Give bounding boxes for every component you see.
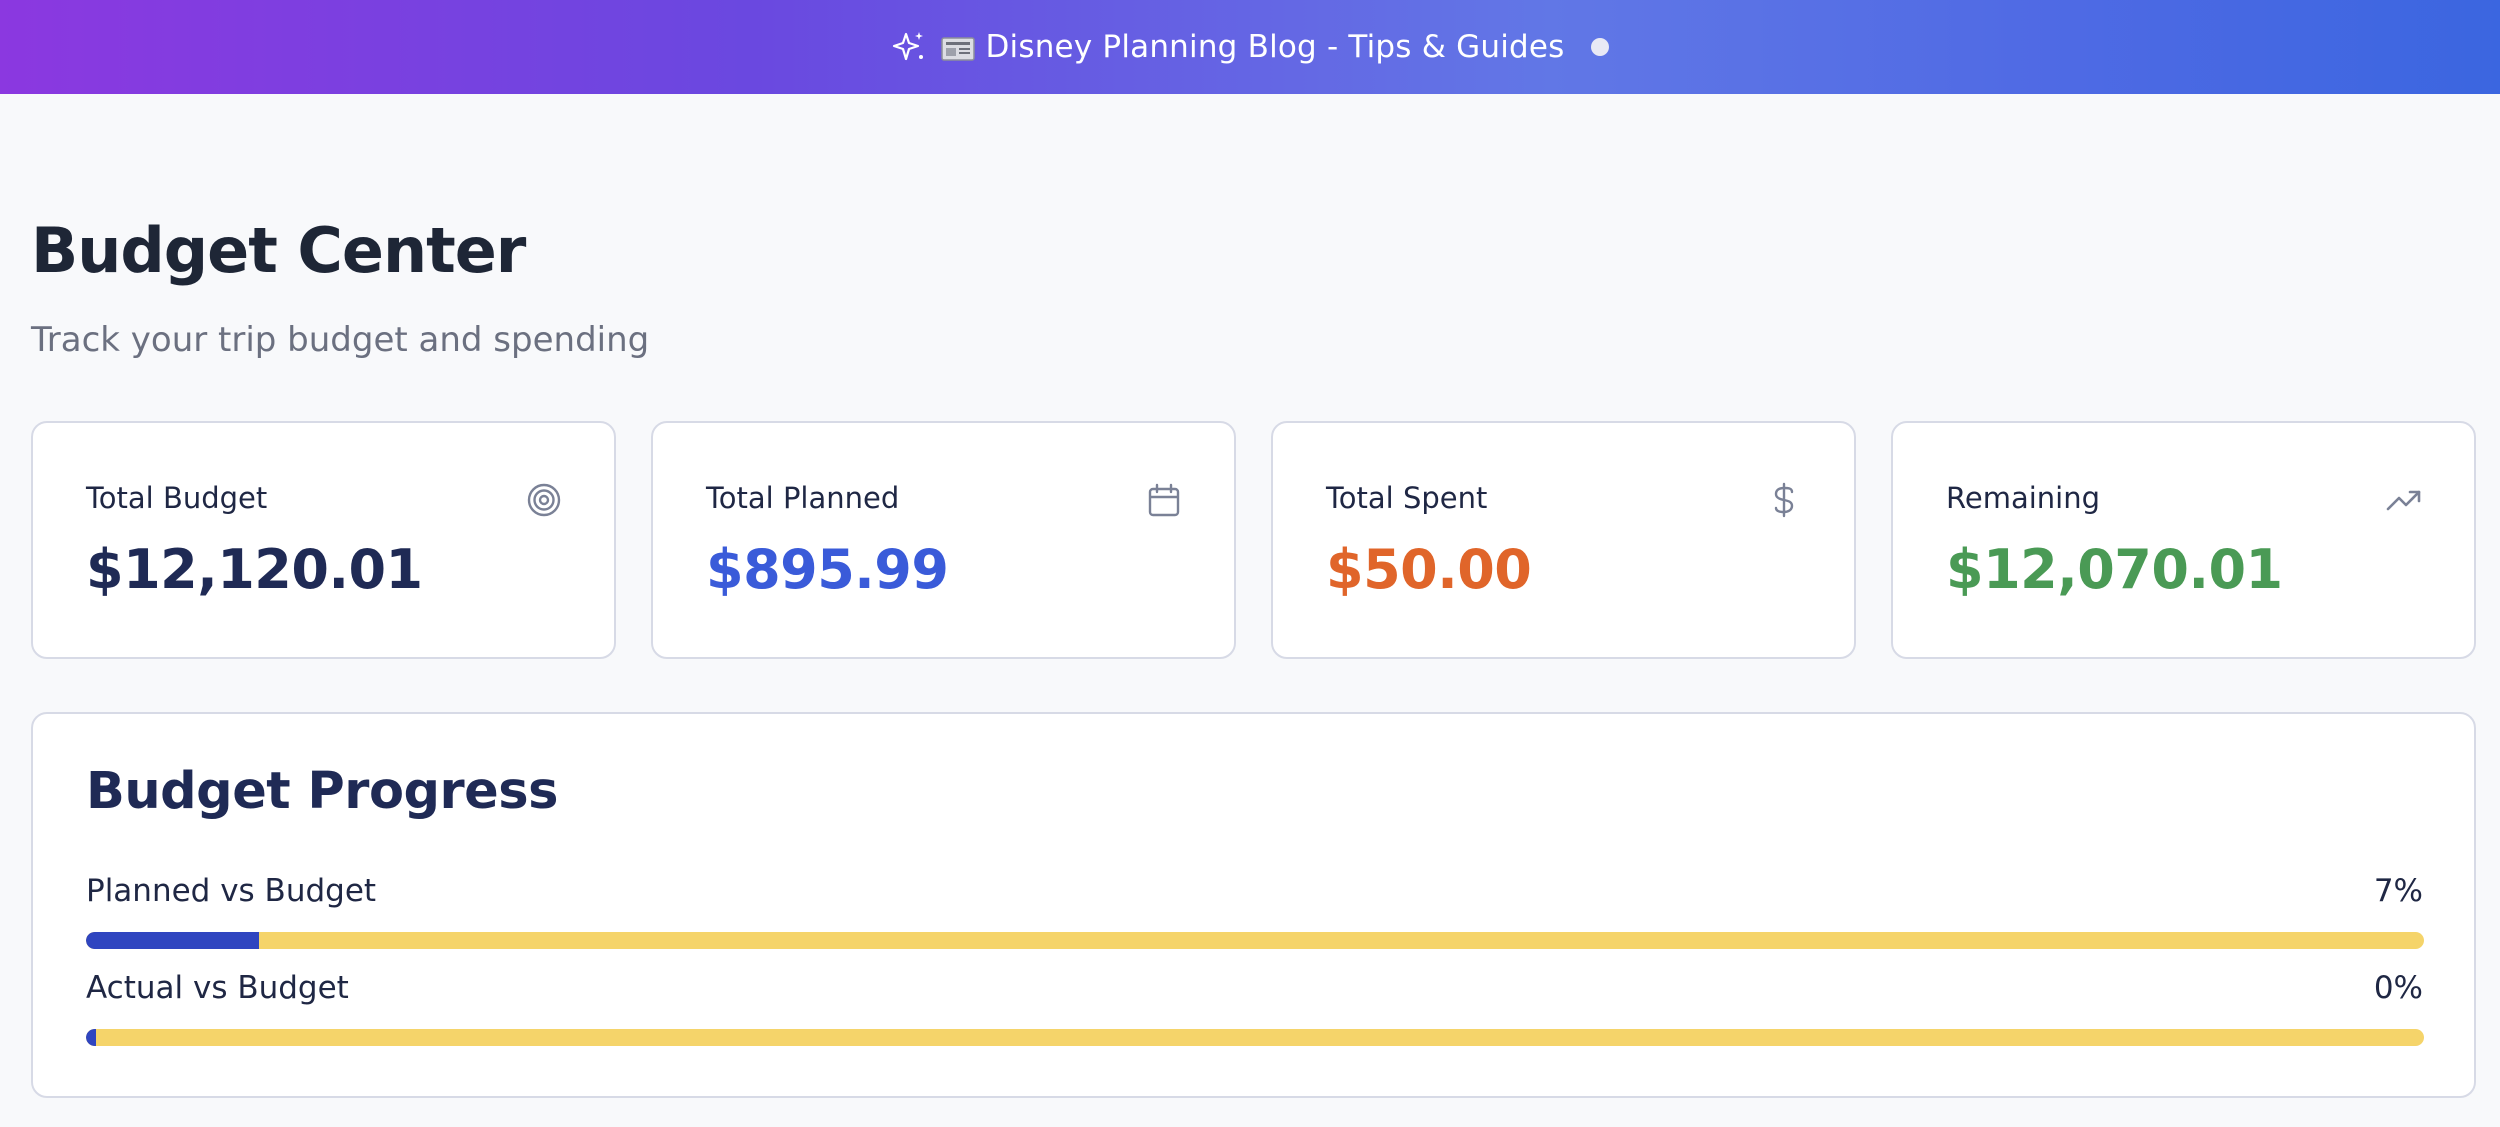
status-dot-icon	[1590, 38, 1609, 56]
progress-bar-planned	[86, 932, 2424, 949]
page-subtitle: Track your trip budget and spending	[31, 320, 650, 360]
dollar-icon	[1765, 481, 1803, 519]
newspaper-icon	[941, 34, 976, 61]
progress-title: Budget Progress	[86, 762, 558, 821]
progress-fill-actual	[86, 1029, 96, 1046]
progress-percent-actual: 0%	[2373, 970, 2423, 1006]
card-label: Total Planned	[706, 481, 900, 515]
card-label: Total Budget	[86, 481, 268, 515]
card-value: $12,070.01	[1946, 538, 2283, 601]
card-value: $50.00	[1326, 538, 1532, 601]
card-value: $12,120.01	[86, 538, 423, 601]
card-total-planned: Total Planned $895.99	[651, 421, 1236, 659]
card-label: Total Spent	[1326, 481, 1488, 515]
budget-progress-panel: Budget Progress Planned vs Budget 7% Act…	[31, 712, 2476, 1098]
progress-label-planned: Planned vs Budget	[86, 873, 377, 909]
card-total-spent: Total Spent $50.00	[1271, 421, 1856, 659]
sparkles-icon	[891, 29, 927, 65]
progress-fill-planned	[86, 932, 259, 949]
banner-title[interactable]: Disney Planning Blog - Tips & Guides	[985, 29, 1564, 65]
card-value: $895.99	[706, 538, 949, 601]
trending-up-icon	[2385, 481, 2423, 519]
calendar-icon	[1145, 481, 1183, 519]
top-banner[interactable]: Disney Planning Blog - Tips & Guides	[0, 0, 2500, 94]
card-remaining: Remaining $12,070.01	[1891, 421, 2476, 659]
page-title: Budget Center	[31, 214, 526, 287]
target-icon	[525, 481, 563, 519]
card-total-budget: Total Budget $12,120.01	[31, 421, 616, 659]
card-label: Remaining	[1946, 481, 2100, 515]
progress-label-actual: Actual vs Budget	[86, 970, 349, 1006]
progress-bar-actual	[86, 1029, 2424, 1046]
progress-percent-planned: 7%	[2373, 873, 2423, 909]
